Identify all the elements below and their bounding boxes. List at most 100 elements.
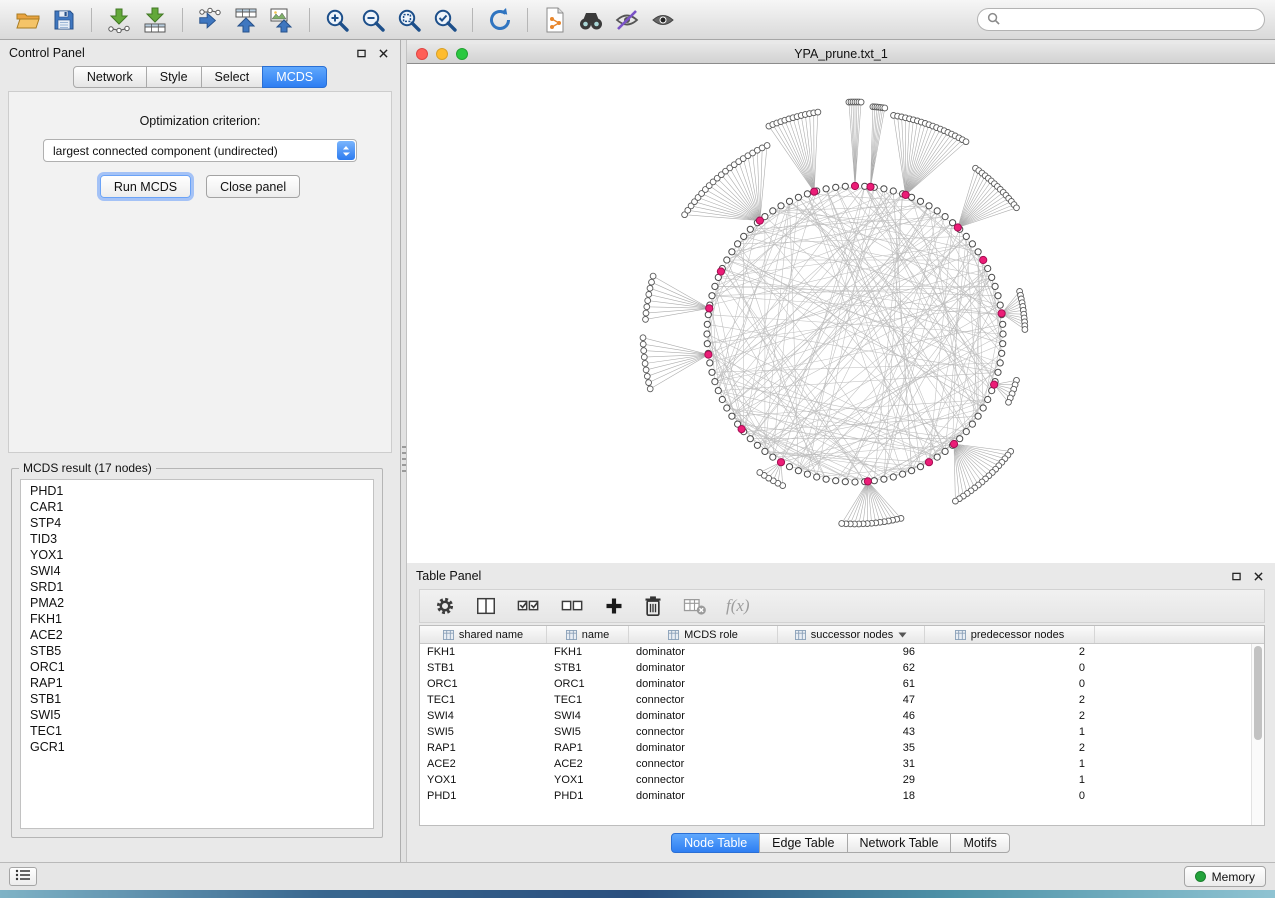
close-table-panel-icon[interactable] (1251, 569, 1266, 584)
function-builder-icon[interactable]: f(x) (726, 596, 750, 616)
tab-style[interactable]: Style (146, 66, 202, 88)
table-cell: 1 (925, 726, 1095, 738)
zoom-out-icon[interactable] (355, 4, 391, 36)
unselect-all-icon[interactable] (560, 595, 585, 617)
tab-select[interactable]: Select (201, 66, 264, 88)
run-mcds-button[interactable]: Run MCDS (100, 175, 191, 198)
toolbar-separator (91, 8, 92, 32)
tab-network[interactable]: Network (73, 66, 147, 88)
import-network-icon[interactable] (101, 4, 137, 36)
tab-node-table[interactable]: Node Table (671, 833, 760, 853)
memory-button[interactable]: Memory (1184, 866, 1266, 887)
import-table-icon[interactable] (137, 4, 173, 36)
column-header-predecessor-nodes[interactable]: predecessor nodes (925, 626, 1095, 643)
export-image-icon[interactable] (264, 4, 300, 36)
status-bar: Memory (0, 862, 1275, 890)
table-cell: STB1 (547, 662, 629, 674)
mcds-node-item[interactable]: PMA2 (21, 595, 373, 611)
table-cell: FKH1 (420, 646, 547, 658)
scrollbar-thumb[interactable] (1254, 646, 1262, 740)
table-row[interactable]: TEC1TEC1connector472 (420, 692, 1264, 708)
column-view-icon[interactable] (475, 595, 497, 617)
network-graph[interactable] (407, 64, 1275, 563)
delete-column-icon[interactable] (643, 595, 663, 617)
mcds-node-item[interactable]: SWI4 (21, 563, 373, 579)
mcds-node-item[interactable]: SWI5 (21, 707, 373, 723)
panel-toggle-button[interactable] (9, 867, 37, 886)
window-controls (416, 48, 468, 60)
close-panel-button[interactable]: Close panel (206, 175, 300, 198)
table-row[interactable]: STB1STB1dominator620 (420, 660, 1264, 676)
select-all-icon[interactable] (516, 595, 541, 617)
mcds-node-item[interactable]: RAP1 (21, 675, 373, 691)
window-zoom-button[interactable] (456, 48, 468, 60)
save-session-icon[interactable] (46, 4, 82, 36)
column-header-shared-name[interactable]: shared name (420, 626, 547, 643)
settings-gear-icon[interactable] (434, 595, 456, 617)
table-cell: dominator (629, 790, 778, 802)
mcds-node-item[interactable]: FKH1 (21, 611, 373, 627)
window-minimize-button[interactable] (436, 48, 448, 60)
table-row[interactable]: RAP1RAP1dominator352 (420, 740, 1264, 756)
delete-table-icon[interactable] (682, 596, 707, 616)
table-row[interactable]: SWI4SWI4dominator462 (420, 708, 1264, 724)
list-icon (15, 869, 31, 884)
mcds-node-item[interactable]: TEC1 (21, 723, 373, 739)
tab-mcds[interactable]: MCDS (262, 66, 327, 88)
table-cell: TEC1 (420, 694, 547, 706)
float-table-panel-icon[interactable] (1229, 569, 1244, 584)
table-row[interactable]: SWI5SWI5connector431 (420, 724, 1264, 740)
table-row[interactable]: YOX1YOX1connector291 (420, 772, 1264, 788)
mcds-node-item[interactable]: STP4 (21, 515, 373, 531)
table-cell: 2 (925, 694, 1095, 706)
tab-network-table[interactable]: Network Table (847, 833, 952, 853)
table-row[interactable]: ACE2ACE2connector311 (420, 756, 1264, 772)
search-box[interactable] (977, 8, 1265, 31)
mcds-node-item[interactable]: STB5 (21, 643, 373, 659)
mcds-node-item[interactable]: ORC1 (21, 659, 373, 675)
table-row[interactable]: ORC1ORC1dominator610 (420, 676, 1264, 692)
mcds-node-item[interactable]: ACE2 (21, 627, 373, 643)
mcds-node-item[interactable]: PHD1 (21, 483, 373, 499)
hide-selected-icon[interactable] (609, 4, 645, 36)
mcds-node-item[interactable]: CAR1 (21, 499, 373, 515)
table-cell: ACE2 (547, 758, 629, 770)
mcds-node-item[interactable]: GCR1 (21, 739, 373, 755)
search-input[interactable] (1006, 11, 1255, 29)
share-document-icon[interactable] (537, 4, 573, 36)
network-canvas[interactable] (407, 64, 1275, 563)
mcds-node-item[interactable]: STB1 (21, 691, 373, 707)
tab-edge-table[interactable]: Edge Table (759, 833, 847, 853)
column-header-MCDS-role[interactable]: MCDS role (629, 626, 778, 643)
table-cell: PHD1 (420, 790, 547, 802)
create-column-icon[interactable] (604, 596, 624, 616)
export-network-icon[interactable] (192, 4, 228, 36)
control-panel: Control Panel NetworkStyleSelectMCDS Opt… (0, 40, 401, 862)
show-all-icon[interactable] (645, 4, 681, 36)
table-cell: SWI5 (420, 726, 547, 738)
table-cell: 2 (925, 646, 1095, 658)
find-icon[interactable] (573, 4, 609, 36)
optimization-criterion-select[interactable]: largest connected component (undirected) (43, 139, 357, 162)
mcds-node-item[interactable]: YOX1 (21, 547, 373, 563)
close-panel-icon[interactable] (376, 46, 391, 61)
zoom-selected-icon[interactable] (427, 4, 463, 36)
mcds-node-item[interactable]: SRD1 (21, 579, 373, 595)
mcds-node-item[interactable]: TID3 (21, 531, 373, 547)
mcds-result-group: MCDS result (17 nodes) PHD1CAR1STP4TID3Y… (11, 468, 383, 838)
table-scrollbar[interactable] (1251, 644, 1264, 825)
apply-layout-icon[interactable] (482, 4, 518, 36)
table-row[interactable]: PHD1PHD1dominator180 (420, 788, 1264, 804)
column-header-name[interactable]: name (547, 626, 629, 643)
tab-motifs[interactable]: Motifs (950, 833, 1009, 853)
window-close-button[interactable] (416, 48, 428, 60)
export-table-icon[interactable] (228, 4, 264, 36)
control-tabs: NetworkStyleSelectMCDS (0, 66, 400, 88)
zoom-in-icon[interactable] (319, 4, 355, 36)
float-panel-icon[interactable] (354, 46, 369, 61)
table-row[interactable]: FKH1FKH1dominator962 (420, 644, 1264, 660)
column-header-successor-nodes[interactable]: successor nodes (778, 626, 925, 643)
open-session-icon[interactable] (10, 4, 46, 36)
zoom-fit-icon[interactable] (391, 4, 427, 36)
mcds-result-list[interactable]: PHD1CAR1STP4TID3YOX1SWI4SRD1PMA2FKH1ACE2… (20, 479, 374, 829)
